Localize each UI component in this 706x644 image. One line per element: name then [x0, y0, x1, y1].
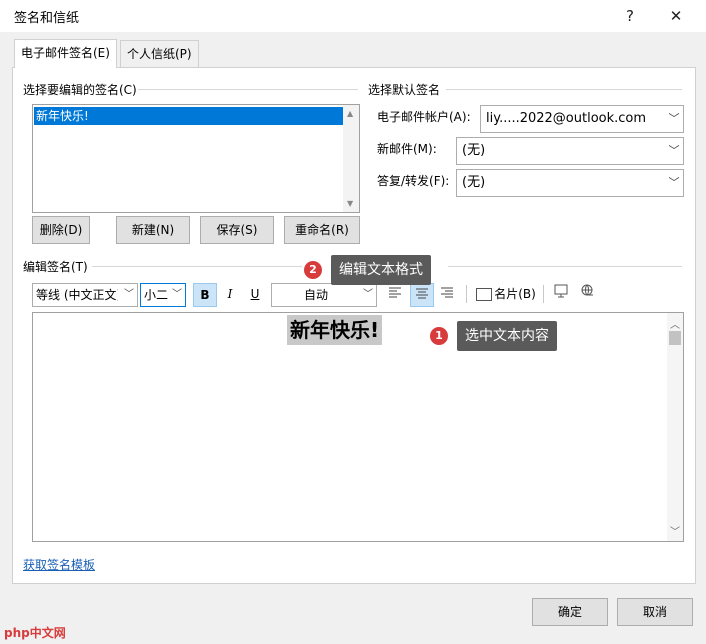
save-button[interactable]: 保存(S) [200, 216, 274, 244]
divider [92, 266, 302, 267]
insert-picture-icon[interactable] [551, 283, 571, 305]
bold-button[interactable]: B [193, 283, 217, 307]
align-left-icon[interactable] [385, 283, 405, 305]
dialog-title: 签名和信纸 [14, 11, 80, 26]
signature-template-link[interactable]: 获取签名模板 [23, 556, 95, 573]
reply-value: (无) [462, 175, 486, 190]
edit-signature-label: 编辑签名(T) [23, 260, 88, 274]
underline-button[interactable]: U [245, 283, 265, 305]
new-button[interactable]: 新建(N) [116, 216, 190, 244]
new-message-label: 新邮件(M): [377, 142, 437, 156]
account-select[interactable]: liy.....2022@outlook.com ﹀ [480, 105, 684, 133]
scroll-down-icon[interactable]: ▼ [347, 199, 353, 208]
list-scrollbar[interactable]: ▲ ▼ [343, 105, 359, 212]
help-button[interactable]: ? [618, 4, 642, 28]
annotation-badge: 1 [430, 327, 448, 345]
rename-button[interactable]: 重命名(R) [284, 216, 360, 244]
select-signature-label: 选择要编辑的签名(C) [23, 83, 137, 97]
font-color-select[interactable]: 自动 ﹀ [271, 283, 377, 307]
delete-button[interactable]: 删除(D) [32, 216, 90, 244]
scroll-thumb[interactable] [669, 331, 681, 345]
font-size-select[interactable]: 小二 ﹀ [140, 283, 186, 307]
business-card-icon [476, 288, 493, 301]
default-signature-label: 选择默认签名 [368, 83, 441, 97]
business-card-label: 名片(B) [494, 287, 536, 301]
ok-button[interactable]: 确定 [532, 598, 608, 626]
toolbar-separator [543, 285, 544, 303]
toolbar-separator [466, 285, 467, 303]
annotation-callout: 编辑文本格式 [331, 255, 431, 285]
scroll-up-icon[interactable]: ︿ [670, 316, 680, 331]
scroll-up-icon[interactable]: ▲ [347, 109, 353, 118]
chevron-down-icon[interactable]: ﹀ [665, 106, 683, 132]
account-label: 电子邮件帐户(A): [377, 110, 471, 124]
font-color-value: 自动 [304, 288, 329, 302]
new-message-value: (无) [462, 143, 486, 158]
chevron-down-icon[interactable]: ﹀ [169, 284, 185, 306]
signature-list-item[interactable]: 新年快乐! [34, 107, 344, 125]
editor-scrollbar[interactable]: ︿ ﹀ [667, 313, 683, 541]
signature-editor[interactable]: 新年快乐! ︿ ﹀ [32, 312, 684, 542]
divider [446, 89, 682, 90]
cancel-button[interactable]: 取消 [617, 598, 693, 626]
tab-personal-stationery[interactable]: 个人信纸(P) [120, 40, 199, 67]
hyperlink-icon[interactable] [577, 283, 597, 305]
font-size-value: 小二 [144, 288, 169, 302]
reply-select[interactable]: (无) ﹀ [456, 169, 684, 197]
annotation-callout: 选中文本内容 [457, 321, 557, 351]
font-value: 等线 (中文正文) [36, 288, 118, 302]
chevron-down-icon[interactable]: ﹀ [360, 284, 376, 306]
tab-email-signature[interactable]: 电子邮件签名(E) [14, 39, 117, 68]
chevron-down-icon[interactable]: ﹀ [665, 170, 683, 196]
watermark-logo: php中文网 [4, 626, 66, 640]
divider [448, 266, 682, 267]
font-select[interactable]: 等线 (中文正文) ﹀ [32, 283, 138, 307]
title-bar: 签名和信纸 ? ✕ [0, 0, 706, 32]
signature-list[interactable]: 新年快乐! ▲ ▼ [32, 104, 360, 213]
new-message-select[interactable]: (无) ﹀ [456, 137, 684, 165]
chevron-down-icon[interactable]: ﹀ [665, 138, 683, 164]
account-value: liy.....2022@outlook.com [486, 111, 647, 126]
reply-label: 答复/转发(F): [377, 174, 450, 188]
business-card-button[interactable]: 名片(B) [474, 283, 538, 305]
italic-button[interactable]: I [220, 283, 240, 305]
chevron-down-icon[interactable]: ﹀ [121, 284, 137, 306]
annotation-badge: 2 [304, 261, 322, 279]
align-center-icon[interactable] [410, 283, 434, 307]
scroll-down-icon[interactable]: ﹀ [670, 523, 680, 538]
selected-signature-text[interactable]: 新年快乐! [287, 315, 383, 345]
divider [138, 89, 358, 90]
close-button[interactable]: ✕ [664, 4, 688, 28]
align-right-icon[interactable] [437, 283, 457, 305]
